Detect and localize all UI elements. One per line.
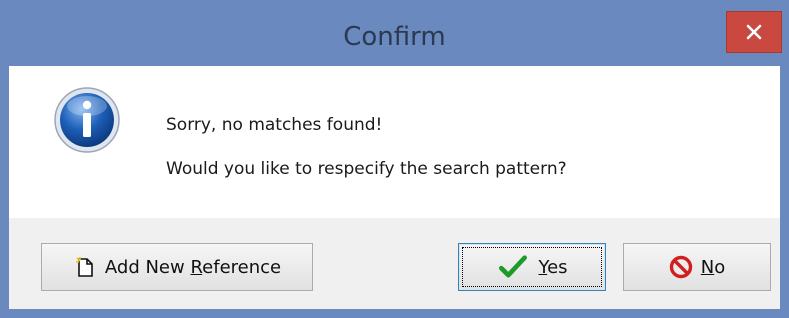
message-line-2: Would you like to respecify the search p… <box>166 159 567 179</box>
button-bar: Add New Reference Yes No <box>9 218 780 309</box>
info-icon <box>54 87 120 153</box>
message-area: Sorry, no matches found! Would you like … <box>9 66 780 218</box>
close-button[interactable] <box>726 11 782 53</box>
focus-rectangle <box>462 247 602 287</box>
close-icon <box>746 24 762 40</box>
new-document-icon <box>75 257 93 277</box>
message-line-1: Sorry, no matches found! <box>166 115 383 135</box>
no-entry-icon <box>669 255 692 279</box>
no-label: No <box>700 256 726 278</box>
confirm-dialog: Confirm Sorry, no matches found! Would y… <box>0 0 789 318</box>
dialog-title: Confirm <box>343 22 446 52</box>
yes-button[interactable]: Yes <box>458 243 606 291</box>
no-button[interactable]: No <box>623 243 771 291</box>
add-new-reference-label: Add New Reference <box>104 256 282 278</box>
title-bar[interactable]: Confirm <box>0 0 789 66</box>
add-new-reference-button[interactable]: Add New Reference <box>41 243 313 291</box>
